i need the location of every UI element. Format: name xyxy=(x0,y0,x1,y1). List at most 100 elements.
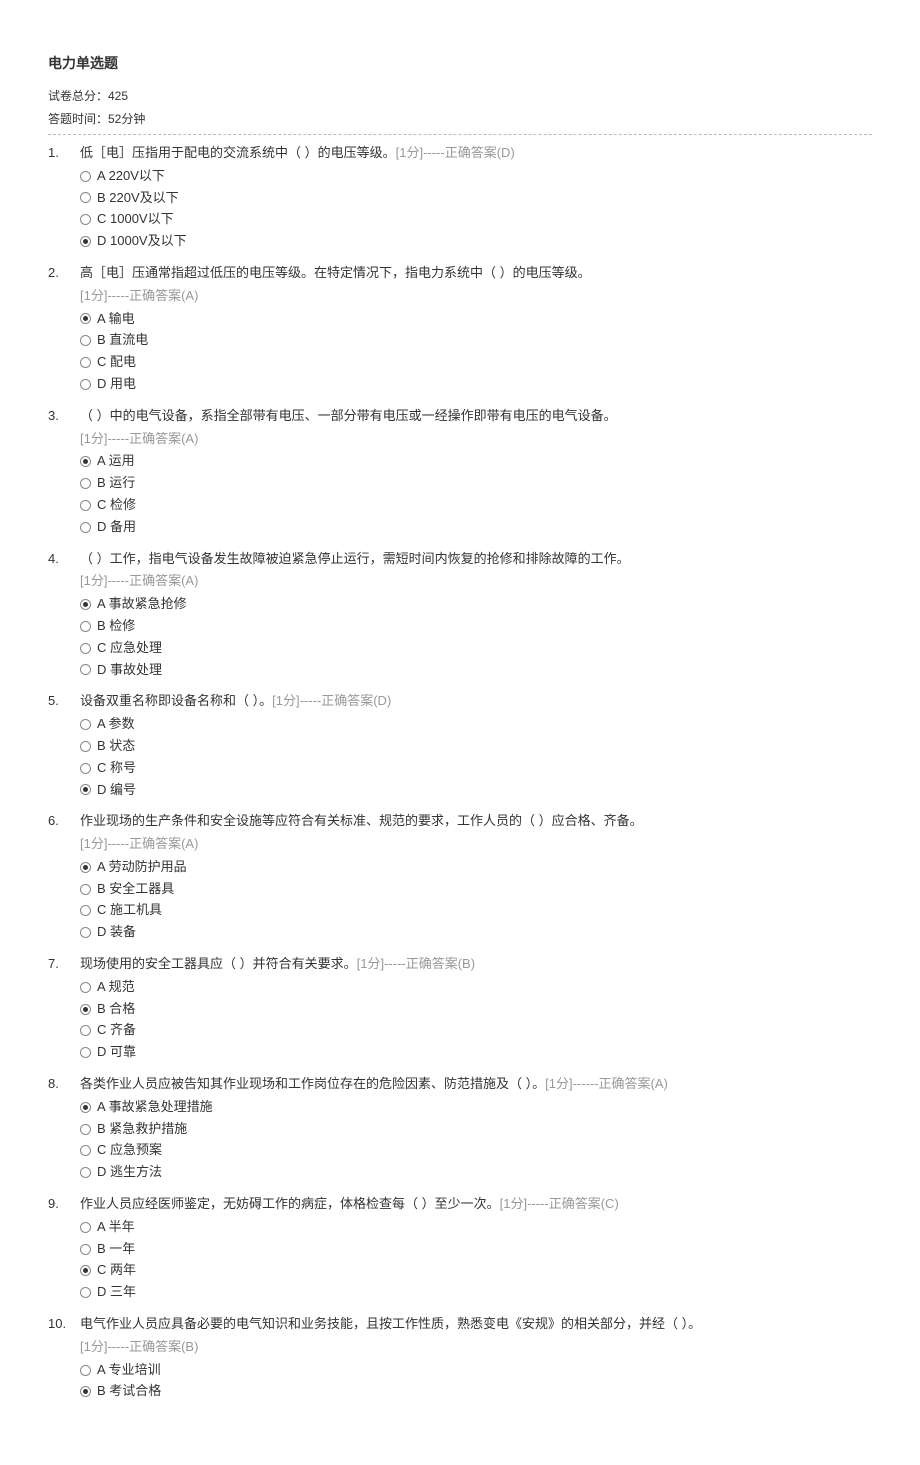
option-row[interactable]: D 事故处理 xyxy=(80,660,872,681)
option-row[interactable]: C 检修 xyxy=(80,495,872,516)
radio-icon[interactable] xyxy=(80,884,91,895)
radio-icon[interactable] xyxy=(80,862,91,873)
option-row[interactable]: B 考试合格 xyxy=(80,1381,872,1402)
option-row[interactable]: A 事故紧急抢修 xyxy=(80,594,872,615)
radio-icon[interactable] xyxy=(80,741,91,752)
option-row[interactable]: B 安全工器具 xyxy=(80,879,872,900)
question-body: 高［电］压通常指超过低压的电压等级。在特定情况下，指电力系统中（ ）的电压等级。… xyxy=(80,263,872,396)
option-label: B 考试合格 xyxy=(97,1381,161,1402)
question-number: 8. xyxy=(48,1074,80,1184)
option-row[interactable]: D 装备 xyxy=(80,922,872,943)
option-row[interactable]: B 运行 xyxy=(80,473,872,494)
radio-icon[interactable] xyxy=(80,335,91,346)
option-row[interactable]: C 配电 xyxy=(80,352,872,373)
option-row[interactable]: B 220V及以下 xyxy=(80,188,872,209)
radio-icon[interactable] xyxy=(80,1025,91,1036)
option-row[interactable]: C 应急处理 xyxy=(80,638,872,659)
option-row[interactable]: A 220V以下 xyxy=(80,166,872,187)
option-row[interactable]: A 参数 xyxy=(80,714,872,735)
radio-icon[interactable] xyxy=(80,1004,91,1015)
question-stem-text: 各类作业人员应被告知其作业现场和工作岗位存在的危险因素、防范措施及（ ）。 xyxy=(80,1076,545,1091)
radio-icon[interactable] xyxy=(80,1386,91,1397)
option-row[interactable]: C 应急预案 xyxy=(80,1140,872,1161)
option-label: B 直流电 xyxy=(97,330,148,351)
option-row[interactable]: A 半年 xyxy=(80,1217,872,1238)
option-row[interactable]: D 编号 xyxy=(80,780,872,801)
question-stem-text: （ ）中的电气设备，系指全部带有电压、一部分带有电压或一经操作即带有电压的电气设… xyxy=(80,408,617,423)
radio-icon[interactable] xyxy=(80,927,91,938)
option-row[interactable]: D 三年 xyxy=(80,1282,872,1303)
option-row[interactable]: D 可靠 xyxy=(80,1042,872,1063)
exam-title: 电力单选题 xyxy=(48,52,872,74)
question-number: 10. xyxy=(48,1314,80,1403)
radio-icon[interactable] xyxy=(80,643,91,654)
time-limit: 答题时间：52分钟 xyxy=(48,111,872,128)
radio-icon[interactable] xyxy=(80,478,91,489)
radio-icon[interactable] xyxy=(80,522,91,533)
option-label: C 配电 xyxy=(97,352,136,373)
question-body: 作业现场的生产条件和安全设施等应符合有关标准、规范的要求，工作人员的（ ）应合格… xyxy=(80,811,872,944)
options: A 专业培训B 考试合格 xyxy=(80,1360,872,1403)
radio-icon[interactable] xyxy=(80,171,91,182)
question-item: 1.低［电］压指用于配电的交流系统中（ ）的电压等级。[1分]-----正确答案… xyxy=(48,143,872,253)
option-row[interactable]: B 合格 xyxy=(80,999,872,1020)
radio-icon[interactable] xyxy=(80,1287,91,1298)
option-row[interactable]: D 逃生方法 xyxy=(80,1162,872,1183)
option-row[interactable]: B 检修 xyxy=(80,616,872,637)
radio-icon[interactable] xyxy=(80,1167,91,1178)
radio-icon[interactable] xyxy=(80,456,91,467)
radio-icon[interactable] xyxy=(80,214,91,225)
radio-icon[interactable] xyxy=(80,357,91,368)
option-row[interactable]: B 直流电 xyxy=(80,330,872,351)
radio-icon[interactable] xyxy=(80,599,91,610)
option-row[interactable]: C 齐备 xyxy=(80,1020,872,1041)
option-row[interactable]: A 输电 xyxy=(80,309,872,330)
option-row[interactable]: A 劳动防护用品 xyxy=(80,857,872,878)
option-row[interactable]: C 称号 xyxy=(80,758,872,779)
radio-icon[interactable] xyxy=(80,763,91,774)
option-row[interactable]: A 事故紧急处理措施 xyxy=(80,1097,872,1118)
question-body: 电气作业人员应具备必要的电气知识和业务技能，且按工作性质，熟悉变电《安规》的相关… xyxy=(80,1314,872,1403)
question-number: 4. xyxy=(48,549,80,682)
question-number: 3. xyxy=(48,406,80,539)
option-row[interactable]: B 紧急救护措施 xyxy=(80,1119,872,1140)
radio-icon[interactable] xyxy=(80,1365,91,1376)
option-label: C 1000V以下 xyxy=(97,209,174,230)
radio-icon[interactable] xyxy=(80,313,91,324)
radio-icon[interactable] xyxy=(80,192,91,203)
option-row[interactable]: A 运用 xyxy=(80,451,872,472)
radio-icon[interactable] xyxy=(80,621,91,632)
radio-icon[interactable] xyxy=(80,1102,91,1113)
radio-icon[interactable] xyxy=(80,664,91,675)
option-row[interactable]: D 用电 xyxy=(80,374,872,395)
option-label: C 检修 xyxy=(97,495,136,516)
radio-icon[interactable] xyxy=(80,719,91,730)
radio-icon[interactable] xyxy=(80,1244,91,1255)
radio-icon[interactable] xyxy=(80,1222,91,1233)
radio-icon[interactable] xyxy=(80,784,91,795)
option-row[interactable]: B 一年 xyxy=(80,1239,872,1260)
radio-icon[interactable] xyxy=(80,1047,91,1058)
radio-icon[interactable] xyxy=(80,500,91,511)
question-stem: 电气作业人员应具备必要的电气知识和业务技能，且按工作性质，熟悉变电《安规》的相关… xyxy=(80,1314,872,1335)
radio-icon[interactable] xyxy=(80,1265,91,1276)
option-row[interactable]: D 1000V及以下 xyxy=(80,231,872,252)
radio-icon[interactable] xyxy=(80,1124,91,1135)
question-body: （ ）中的电气设备，系指全部带有电压、一部分带有电压或一经操作即带有电压的电气设… xyxy=(80,406,872,539)
option-row[interactable]: B 状态 xyxy=(80,736,872,757)
option-label: D 可靠 xyxy=(97,1042,136,1063)
answer-hint: [1分]-----正确答案(A) xyxy=(80,571,872,592)
question-stem-text: 低［电］压指用于配电的交流系统中（ ）的电压等级。 xyxy=(80,145,396,160)
option-row[interactable]: C 1000V以下 xyxy=(80,209,872,230)
option-row[interactable]: C 两年 xyxy=(80,1260,872,1281)
radio-icon[interactable] xyxy=(80,1145,91,1156)
radio-icon[interactable] xyxy=(80,905,91,916)
option-row[interactable]: C 施工机具 xyxy=(80,900,872,921)
option-row[interactable]: A 专业培训 xyxy=(80,1360,872,1381)
radio-icon[interactable] xyxy=(80,379,91,390)
radio-icon[interactable] xyxy=(80,982,91,993)
radio-icon[interactable] xyxy=(80,236,91,247)
question-stem: 各类作业人员应被告知其作业现场和工作岗位存在的危险因素、防范措施及（ ）。[1分… xyxy=(80,1074,872,1095)
option-row[interactable]: A 规范 xyxy=(80,977,872,998)
option-row[interactable]: D 备用 xyxy=(80,517,872,538)
